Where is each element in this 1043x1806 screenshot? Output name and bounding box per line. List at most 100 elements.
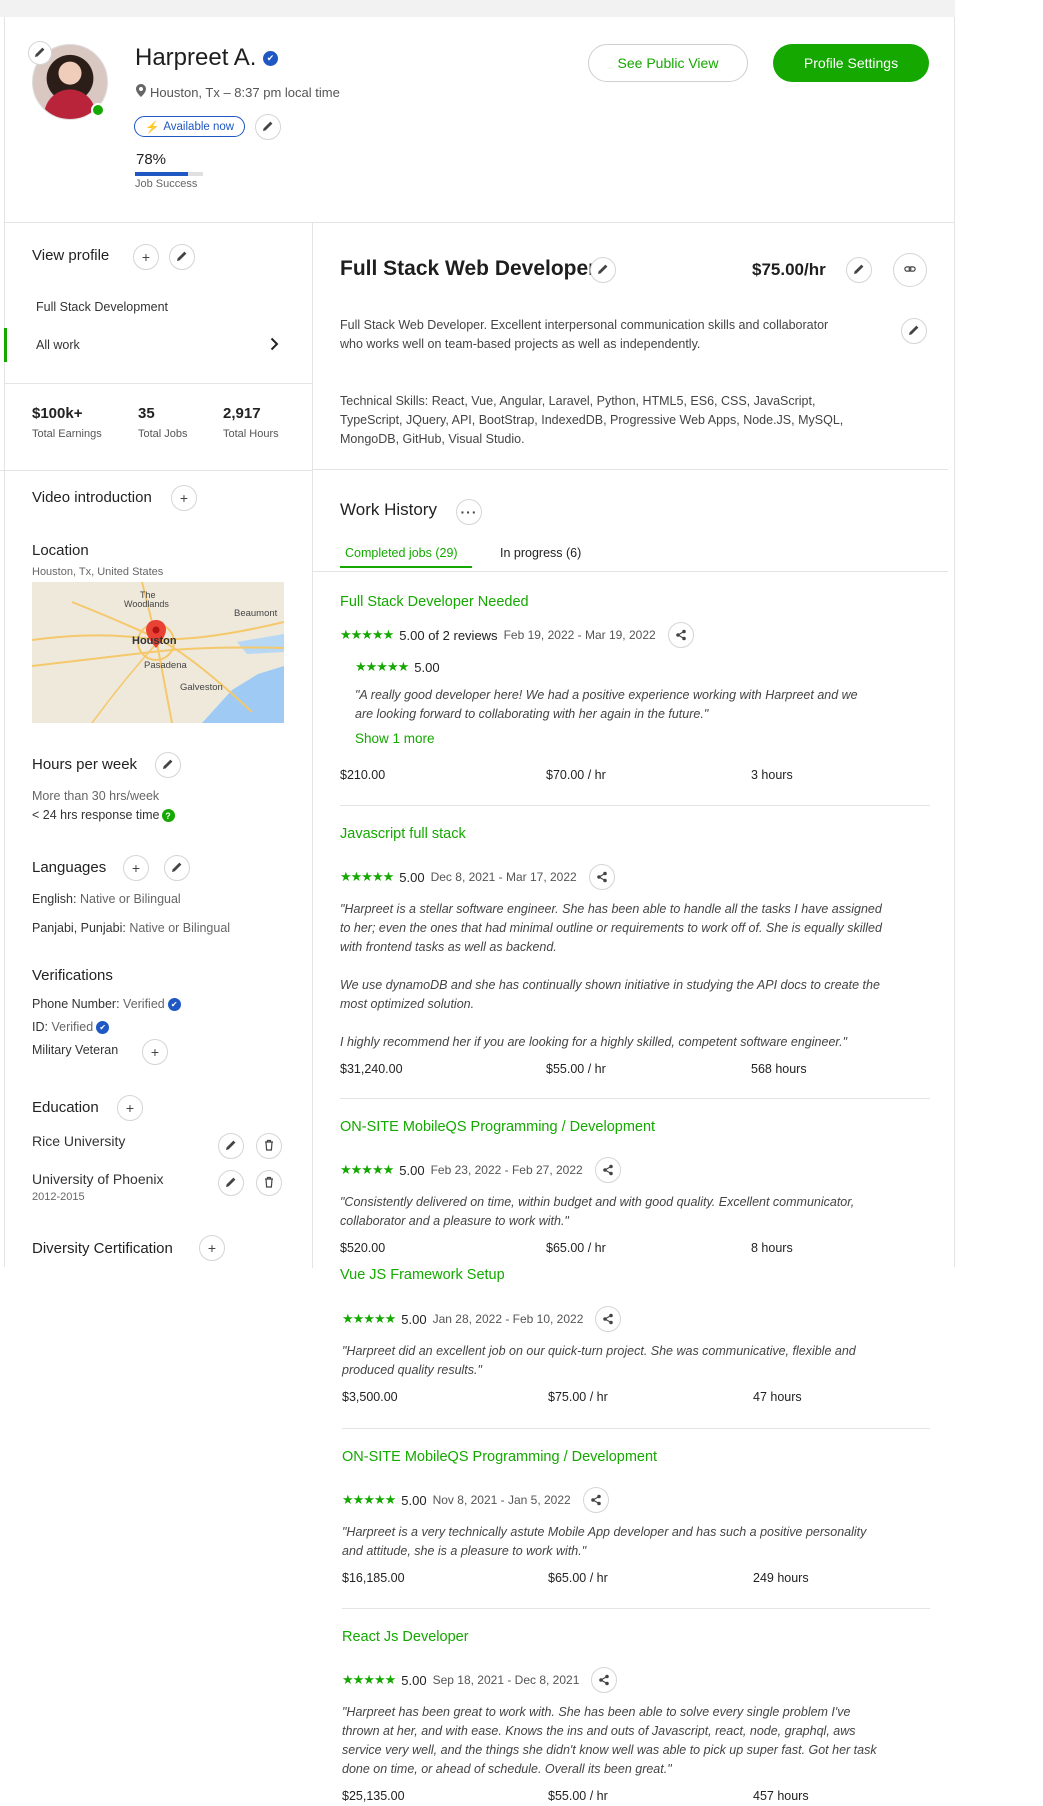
job-title[interactable]: Full Stack Developer Needed bbox=[340, 594, 529, 610]
share-icon[interactable] bbox=[667, 622, 694, 648]
job-score: 5.00 bbox=[399, 869, 425, 885]
map-graphic: The Woodlands Beaumont Houston Pasadena … bbox=[32, 582, 284, 723]
review-line: service very well, and the things she di… bbox=[342, 1743, 877, 1757]
edit-rate-button[interactable] bbox=[846, 257, 872, 283]
edit-education-button[interactable] bbox=[218, 1133, 244, 1159]
job-earned: $25,135.00 bbox=[342, 1789, 405, 1803]
job-title[interactable]: React Js Developer bbox=[342, 1629, 469, 1645]
edit-overview-button[interactable] bbox=[901, 318, 927, 344]
availability-badge[interactable]: ⚡ Available now bbox=[134, 116, 246, 137]
location-text: Houston, Tx – 8:37 pm local time bbox=[150, 84, 340, 100]
add-language-button[interactable]: + bbox=[123, 855, 149, 881]
response-time-text: < 24 hrs response time bbox=[32, 808, 160, 822]
job-success-value: 78% bbox=[136, 151, 167, 168]
job-hours: 47 hours bbox=[753, 1390, 802, 1404]
delete-education-button[interactable] bbox=[256, 1170, 282, 1196]
job-hours: 3 hours bbox=[751, 768, 793, 782]
tab-completed-jobs[interactable]: Completed jobs (29) bbox=[345, 546, 458, 560]
language-name: Panjabi, Punjabi: bbox=[32, 921, 126, 935]
plus-icon: + bbox=[150, 1044, 160, 1060]
phone-value: Verified bbox=[123, 997, 165, 1011]
edit-hours-button[interactable] bbox=[155, 752, 181, 778]
work-history-more-button[interactable]: ··· bbox=[456, 499, 482, 525]
review-line: thrown at her, and with ease. Knows the … bbox=[342, 1724, 856, 1738]
job-divider bbox=[342, 1428, 930, 1429]
share-icon[interactable] bbox=[588, 864, 615, 890]
review-spacer bbox=[340, 1014, 930, 1033]
job-title[interactable]: Javascript full stack bbox=[340, 826, 466, 842]
nav-all-work-item[interactable]: All work bbox=[36, 338, 80, 352]
star-rating-icon: ★★★★★ bbox=[342, 1672, 396, 1687]
add-profile-button[interactable]: + bbox=[133, 244, 159, 270]
location-value: Houston, Tx, United States bbox=[32, 566, 164, 578]
share-icon[interactable] bbox=[591, 1667, 618, 1693]
pencil-icon bbox=[908, 323, 920, 339]
edit-avatar-button[interactable] bbox=[28, 41, 52, 65]
show-more-link[interactable]: Show 1 more bbox=[355, 731, 435, 746]
see-public-view-button[interactable]: See Public View bbox=[588, 44, 748, 82]
education-school: University of Phoenix bbox=[32, 1171, 164, 1187]
diversity-title: Diversity Certification bbox=[32, 1240, 173, 1257]
add-military-button[interactable]: + bbox=[142, 1039, 168, 1065]
job-meta: ★★★★★ 5.00 Nov 8, 2021 - Jan 5, 2022 bbox=[342, 1487, 609, 1513]
stats-divider bbox=[0, 470, 312, 471]
location-pin-icon bbox=[136, 84, 146, 100]
profile-title: Full Stack Web Developer bbox=[340, 257, 597, 280]
job-dates: Feb 19, 2022 - Mar 19, 2022 bbox=[503, 628, 656, 642]
hourly-rate: $75.00/hr bbox=[752, 260, 826, 279]
job-earned: $16,185.00 bbox=[342, 1571, 405, 1585]
edit-title-button[interactable] bbox=[590, 257, 616, 283]
job-dates: Dec 8, 2021 - Mar 17, 2022 bbox=[430, 870, 577, 884]
star-rating-icon: ★★★★★ bbox=[340, 1162, 394, 1177]
education-school: Rice University bbox=[32, 1133, 126, 1149]
review-line: and attitude, she is a pleasure to work … bbox=[342, 1544, 587, 1558]
plus-icon: + bbox=[207, 1240, 217, 1256]
stat-hours-label: Total Hours bbox=[223, 428, 279, 440]
verifications-title: Verifications bbox=[32, 967, 113, 984]
job-success-fill bbox=[135, 172, 189, 176]
share-icon[interactable] bbox=[582, 1487, 609, 1513]
job-title[interactable]: ON-SITE MobileQS Programming / Developme… bbox=[340, 1119, 655, 1135]
job-score: 5.00 bbox=[401, 1311, 427, 1327]
add-education-button[interactable]: + bbox=[117, 1095, 143, 1121]
stat-hours-value: 2,917 bbox=[223, 405, 261, 422]
help-icon[interactable]: ? bbox=[161, 809, 175, 823]
edit-languages-button[interactable] bbox=[164, 855, 190, 881]
profile-settings-button[interactable]: Profile Settings bbox=[773, 44, 929, 82]
share-icon[interactable] bbox=[594, 1157, 621, 1183]
job-title[interactable]: Vue JS Framework Setup bbox=[340, 1267, 505, 1283]
phone-verification: Phone Number: Verified ✔ bbox=[32, 997, 181, 1012]
job-success-bar bbox=[135, 172, 203, 176]
job-review: "Harpreet is a stellar software engineer… bbox=[340, 900, 930, 1049]
nav-specialty-item[interactable]: Full Stack Development bbox=[36, 300, 168, 314]
plus-icon: + bbox=[131, 860, 141, 876]
job-title[interactable]: ON-SITE MobileQS Programming / Developme… bbox=[342, 1449, 657, 1465]
add-diversity-button[interactable]: + bbox=[199, 1235, 225, 1261]
availability-text: Available now bbox=[163, 120, 235, 133]
job-earned: $520.00 bbox=[340, 1241, 386, 1255]
edit-education-button[interactable] bbox=[218, 1170, 244, 1196]
stat-jobs-label: Total Jobs bbox=[138, 428, 188, 440]
edit-profile-button[interactable] bbox=[169, 244, 195, 270]
location-map[interactable]: The Woodlands Beaumont Houston Pasadena … bbox=[32, 582, 284, 723]
location-title: Location bbox=[32, 542, 89, 559]
review-line: are looking forward to collaborating wit… bbox=[355, 707, 709, 721]
review-spacer bbox=[340, 957, 930, 976]
job-meta: ★★★★★ 5.00 Dec 8, 2021 - Mar 17, 2022 bbox=[340, 864, 615, 890]
review-line: collaborator and a pleasure to work with… bbox=[340, 1214, 569, 1228]
edit-availability-button[interactable] bbox=[255, 114, 281, 140]
tab-in-progress[interactable]: In progress (6) bbox=[500, 546, 581, 560]
client-rating: ★★★★★ 5.00 bbox=[355, 659, 440, 675]
add-video-button[interactable]: + bbox=[171, 485, 197, 511]
review-line: I highly recommend her if you are lookin… bbox=[340, 1035, 848, 1049]
chevron-right-icon[interactable] bbox=[270, 337, 279, 354]
trash-icon bbox=[263, 1175, 275, 1191]
share-icon[interactable] bbox=[595, 1306, 622, 1332]
job-dates: Sep 18, 2021 - Dec 8, 2021 bbox=[432, 1673, 580, 1687]
star-rating-icon: ★★★★★ bbox=[355, 659, 409, 674]
copy-link-button[interactable] bbox=[893, 253, 927, 287]
delete-education-button[interactable] bbox=[256, 1133, 282, 1159]
review-line: "Harpreet did an excellent job on our qu… bbox=[342, 1344, 856, 1358]
nav-active-indicator bbox=[4, 328, 7, 362]
review-line: most optimized solution. bbox=[340, 997, 475, 1011]
